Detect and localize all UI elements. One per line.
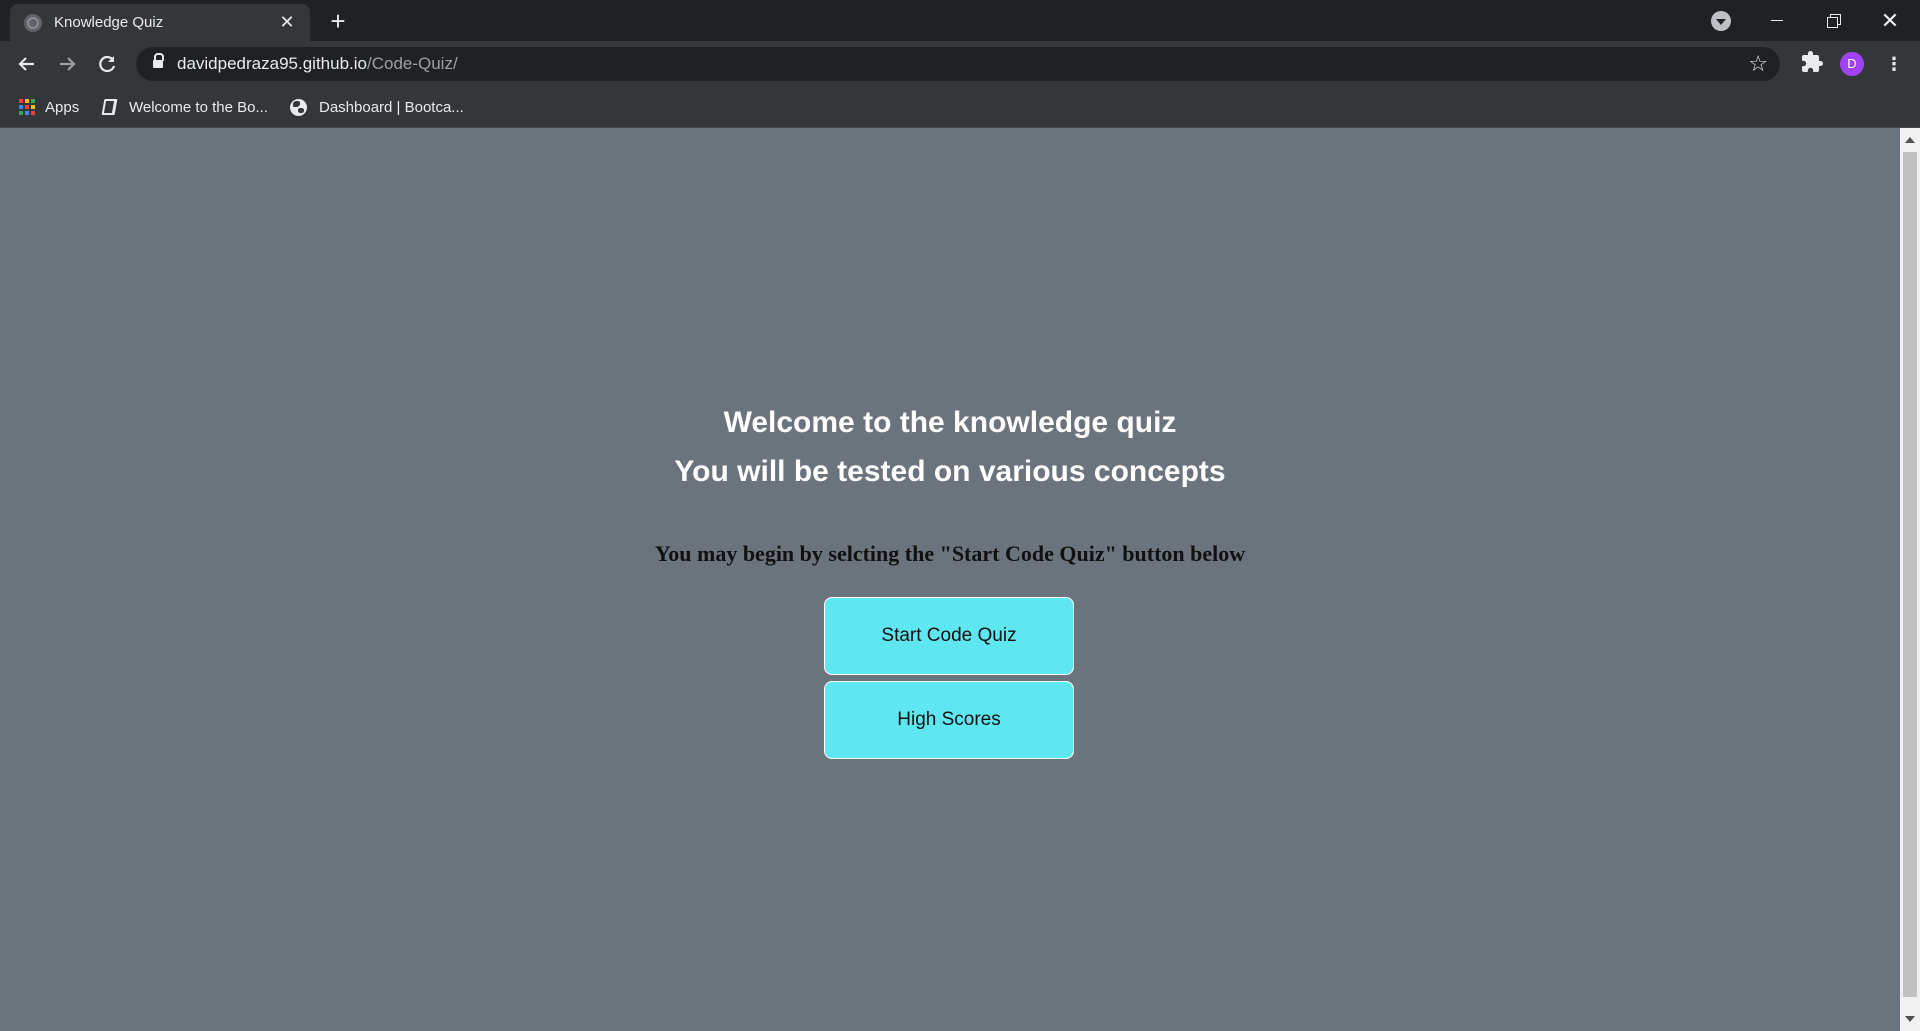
browser-toolbar: davidpedraza95.github.io/Code-Quiz/ ☆ [0, 41, 1920, 87]
globe-icon [290, 98, 307, 116]
forward-arrow-icon[interactable] [52, 49, 82, 79]
page-viewport: Welcome to the knowledge quiz You will b… [0, 128, 1900, 1031]
url-host: davidpedraza95.github.io [177, 54, 367, 73]
bookmark-label: Welcome to the Bo... [129, 98, 268, 116]
new-tab-button[interactable]: + [325, 8, 351, 34]
bookmark-label: Dashboard | Bootca... [319, 98, 464, 116]
reload-icon[interactable] [92, 49, 122, 79]
scrollbar-thumb[interactable] [1903, 152, 1917, 997]
vertical-scrollbar[interactable] [1900, 128, 1920, 1031]
tab-title: Knowledge Quiz [54, 14, 164, 31]
start-quiz-button[interactable]: Start Code Quiz [824, 597, 1074, 675]
extensions-puzzle-icon[interactable] [1800, 50, 1824, 74]
globe-favicon-icon [24, 13, 42, 32]
browser-titlebar: Knowledge Quiz ✕ + ✕ [0, 0, 1920, 41]
minimize-button[interactable] [1749, 0, 1805, 41]
bookmark-dashboard[interactable]: Dashboard | Bootca... [290, 87, 464, 127]
bookmark-apps[interactable]: Apps [19, 87, 79, 127]
welcome-heading: Welcome to the knowledge quiz [723, 406, 1177, 439]
back-arrow-icon[interactable] [12, 49, 42, 79]
bookmark-label: Apps [45, 98, 80, 116]
bookmarks-bar: Apps Welcome to the Bo... Dashboard | Bo… [0, 87, 1920, 128]
apps-grid-icon [19, 98, 36, 116]
bookmark-welcome[interactable]: Welcome to the Bo... [101, 87, 268, 127]
tab-search-icon[interactable] [1711, 11, 1731, 31]
address-bar[interactable]: davidpedraza95.github.io/Code-Quiz/ ☆ [136, 47, 1780, 81]
browser-tab[interactable]: Knowledge Quiz ✕ [10, 4, 310, 41]
book-icon [101, 99, 118, 115]
scroll-up-arrow-icon[interactable] [1905, 137, 1915, 143]
close-tab-icon[interactable]: ✕ [276, 12, 298, 34]
url-text[interactable]: davidpedraza95.github.io/Code-Quiz/ [177, 47, 458, 81]
instructions-text: You may begin by selcting the "Start Cod… [654, 541, 1246, 566]
close-window-button[interactable]: ✕ [1862, 0, 1918, 41]
url-path: /Code-Quiz/ [366, 54, 458, 73]
bookmark-star-icon[interactable]: ☆ [1748, 50, 1768, 78]
scroll-down-arrow-icon[interactable] [1905, 1016, 1915, 1022]
more-menu-icon[interactable]: ⋮ [1882, 52, 1906, 76]
high-scores-button[interactable]: High Scores [824, 681, 1074, 759]
subtitle-heading: You will be tested on various concepts [674, 455, 1226, 488]
restore-button[interactable] [1805, 0, 1861, 41]
profile-avatar[interactable]: D [1840, 52, 1864, 76]
lock-icon[interactable] [153, 53, 164, 70]
